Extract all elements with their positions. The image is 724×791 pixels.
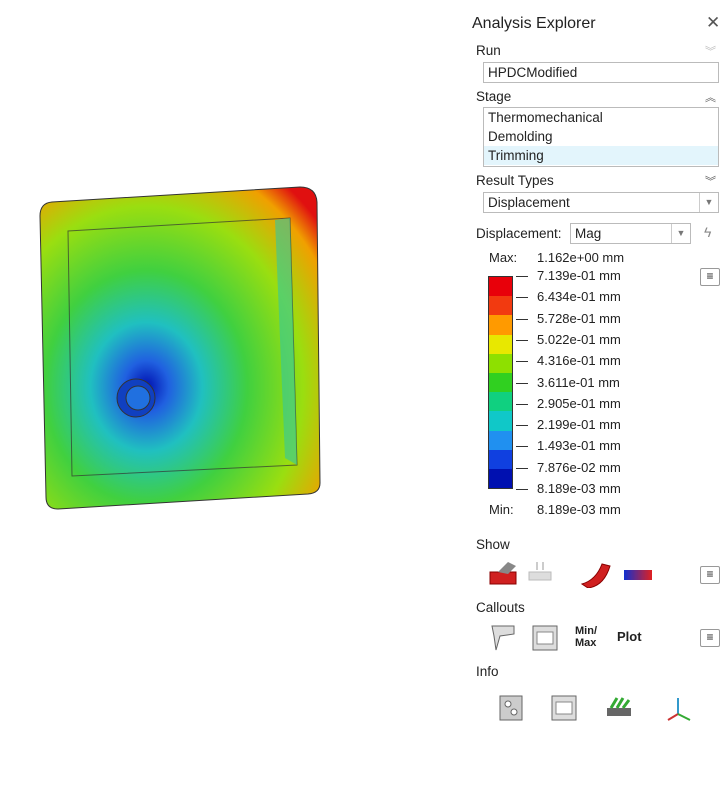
result-type-value: Displacement: [488, 195, 570, 210]
max-value: 1.162e+00 mm: [537, 250, 625, 265]
component-select[interactable]: Mag ▼: [570, 223, 691, 244]
legend-band: [489, 334, 512, 354]
show-loads-icon[interactable]: [527, 560, 559, 588]
info-materials-icon[interactable]: [605, 694, 637, 722]
legend-tick: [516, 318, 528, 320]
max-label: Max:: [489, 250, 518, 265]
legend-tick: [516, 489, 528, 490]
legend-band: [489, 392, 512, 412]
show-menu-button[interactable]: ≡: [700, 566, 720, 584]
expand-icon[interactable]: ︾: [705, 173, 716, 189]
legend-tick: [516, 467, 528, 469]
legend-band: [489, 411, 512, 431]
legend-tick-label: 4.316e-01 mm: [537, 353, 621, 369]
panel-title: Analysis Explorer: [472, 15, 596, 32]
legend-band: [489, 353, 512, 373]
result-types-label: Result Types: [476, 173, 554, 188]
legend-tick-label: 1.493e-01 mm: [537, 438, 621, 454]
legend-tick: [516, 382, 528, 384]
legend-tick: [516, 425, 528, 427]
legend-band: [489, 296, 512, 316]
info-axis-icon[interactable]: [664, 694, 696, 722]
stage-list[interactable]: Thermomechanical Demolding Trimming: [483, 107, 719, 167]
stage-item[interactable]: Thermomechanical: [484, 108, 718, 127]
collapse-icon[interactable]: ︽: [705, 89, 716, 105]
callouts-label: Callouts: [476, 600, 525, 615]
legend-tick-label: 7.876e-02 mm: [537, 459, 621, 475]
expand-icon[interactable]: ︾: [705, 43, 716, 59]
minmax-button[interactable]: Min/ Max: [575, 625, 603, 649]
legend-tick-label: 2.905e-01 mm: [537, 395, 621, 411]
chevron-down-icon[interactable]: ▼: [699, 193, 718, 212]
legend-tick-label: 6.434e-01 mm: [537, 289, 621, 305]
stage-label: Stage: [476, 89, 512, 104]
show-label: Show: [476, 537, 510, 552]
show-undeformed-icon[interactable]: [580, 560, 612, 589]
legend-menu-button[interactable]: ≡: [700, 268, 720, 286]
show-contour-icon[interactable]: [622, 562, 654, 590]
legend-band: [489, 277, 512, 297]
min-label: Min:: [489, 502, 514, 517]
legend-tick-label: 8.189e-03 mm: [537, 481, 621, 496]
min-value: 8.189e-03 mm: [537, 502, 621, 517]
legend-tick: [516, 276, 528, 277]
legend-tick: [516, 403, 528, 405]
legend-tick-label: 3.611e-01 mm: [537, 374, 620, 390]
chevron-down-icon[interactable]: ▼: [671, 224, 690, 243]
info-label: Info: [476, 664, 499, 679]
info-report-icon[interactable]: [549, 694, 581, 722]
callouts-menu-button[interactable]: ≡: [700, 629, 720, 647]
legend-tick-label: 5.728e-01 mm: [537, 310, 621, 326]
lightning-icon[interactable]: ϟ: [704, 224, 711, 240]
model-viewport[interactable]: [0, 0, 460, 791]
legend-tick: [516, 361, 528, 363]
legend-band: [489, 315, 512, 335]
legend-color-bar: [488, 276, 513, 489]
legend-band: [489, 449, 512, 469]
info-settings-icon[interactable]: [496, 694, 528, 722]
legend-band: [489, 372, 512, 393]
plot-button[interactable]: Plot: [617, 629, 642, 644]
result-type-select[interactable]: Displacement ▼: [483, 192, 719, 213]
component-value: Mag: [575, 226, 602, 241]
legend-tick-label: 5.022e-01 mm: [537, 331, 621, 347]
legend-tick: [516, 297, 528, 299]
stage-item[interactable]: Demolding: [484, 127, 718, 146]
legend-tick: [516, 446, 528, 448]
legend-band: [489, 430, 512, 450]
displacement-label: Displacement:: [476, 226, 562, 241]
legend-tick-label: 2.199e-01 mm: [537, 417, 621, 433]
legend-tick-label: 7.139e-01 mm: [537, 268, 621, 283]
note-icon[interactable]: [530, 624, 562, 652]
close-icon[interactable]: ✕: [706, 13, 720, 33]
stage-item-selected[interactable]: Trimming: [484, 146, 718, 165]
run-field[interactable]: HPDCModified: [483, 62, 719, 83]
legend-tick: [516, 339, 528, 341]
run-label: Run: [476, 43, 501, 58]
legend-band: [489, 468, 512, 489]
show-deformed-icon[interactable]: [488, 560, 520, 588]
callout-icon[interactable]: [490, 624, 522, 652]
